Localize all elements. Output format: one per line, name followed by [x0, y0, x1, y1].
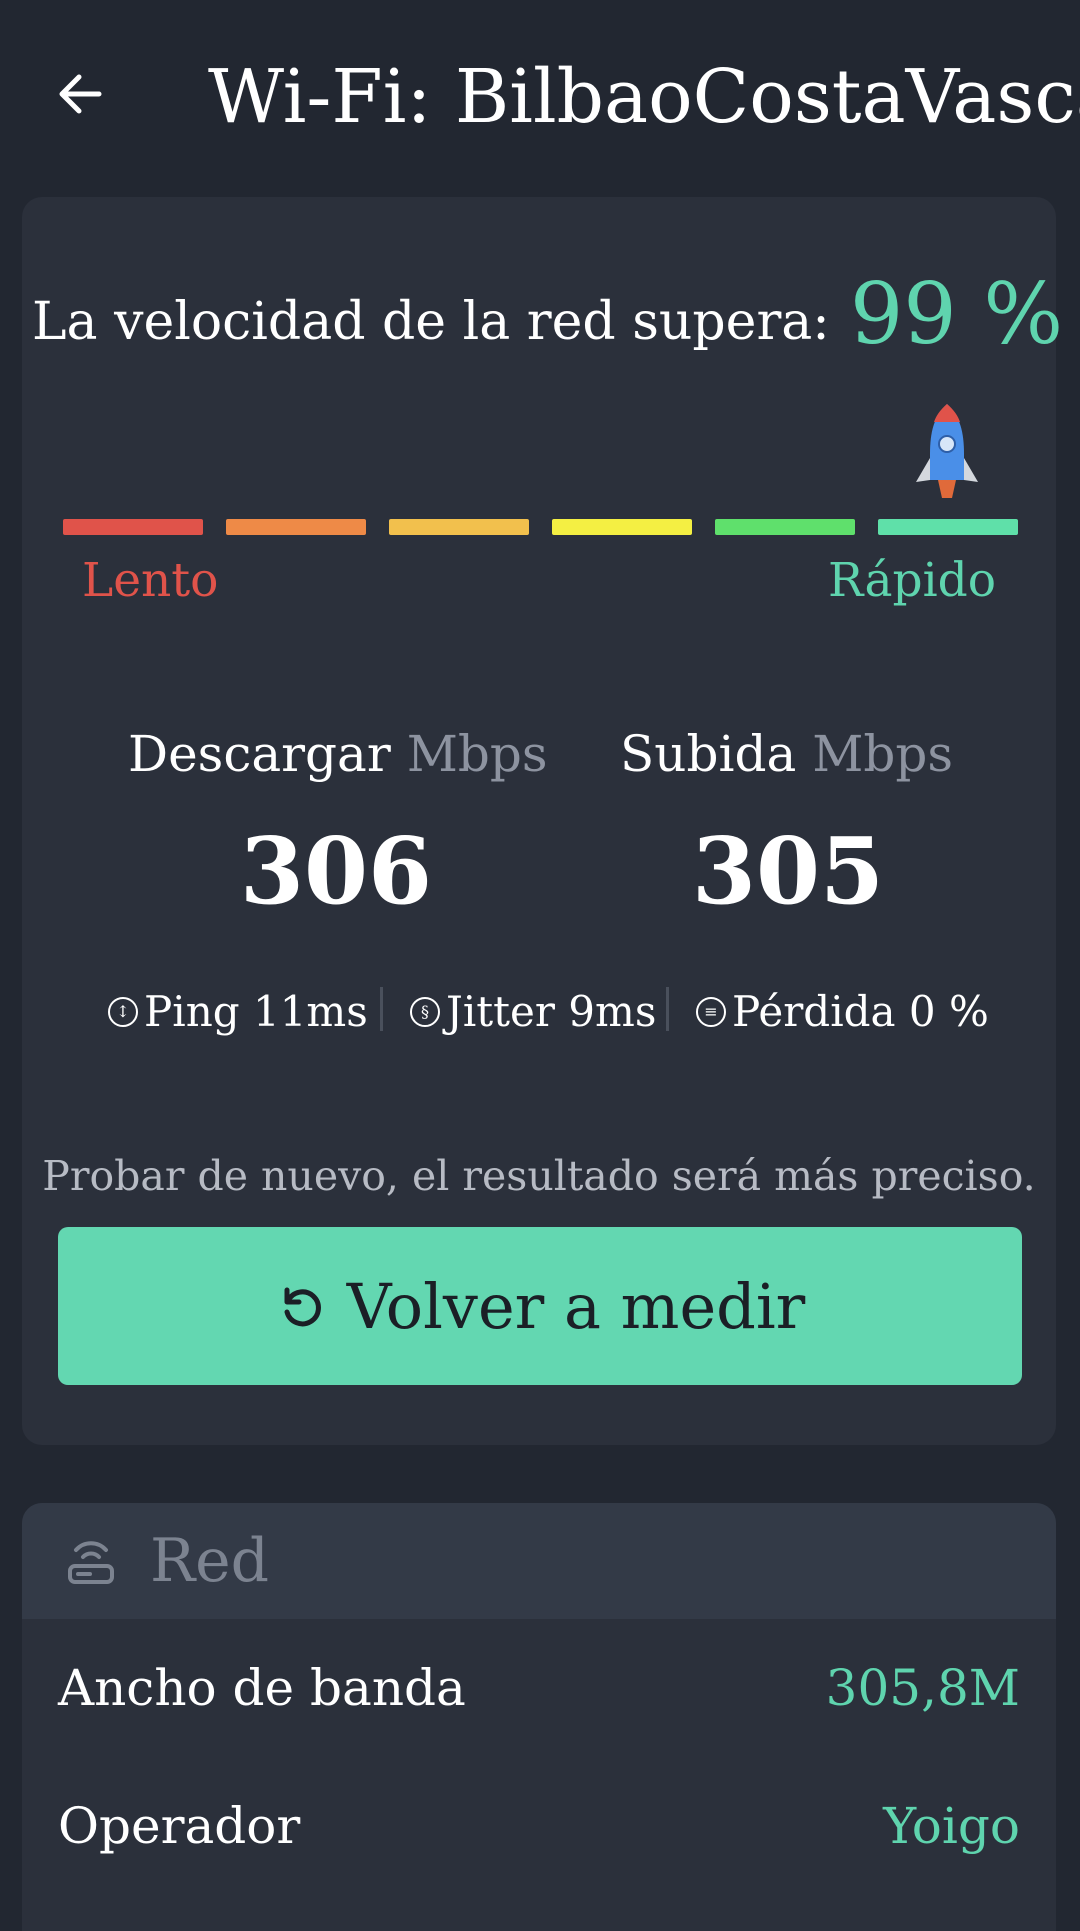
- upload-unit: Mbps: [812, 725, 954, 783]
- remeasure-button[interactable]: Volver a medir: [58, 1227, 1022, 1385]
- router-icon: [68, 1541, 114, 1584]
- scale-segment: [226, 519, 366, 535]
- scale-segment: [878, 519, 1018, 535]
- headline-text: La velocidad de la red supera:: [32, 292, 830, 352]
- retest-hint: Probar de nuevo, el resultado será más p…: [42, 1152, 1036, 1200]
- upload-heading: Subida Mbps: [620, 725, 953, 783]
- download-unit: Mbps: [406, 725, 548, 783]
- jitter-icon: §: [410, 996, 440, 1027]
- loss-icon: ≡: [696, 996, 726, 1027]
- bandwidth-row: Ancho de banda 305,8M: [22, 1637, 1056, 1747]
- scale-segment: [389, 519, 529, 535]
- scale-segment: [715, 519, 855, 535]
- slow-label: Lento: [82, 553, 219, 608]
- metric-divider: [380, 987, 383, 1031]
- ping-icon: ↕: [108, 996, 138, 1027]
- ping-text: Ping 11ms: [144, 987, 368, 1036]
- loss-text: Pérdida 0 %: [732, 987, 989, 1036]
- scale-segment: [63, 519, 203, 535]
- download-heading: Descargar Mbps: [128, 725, 548, 783]
- upload-label: Subida: [620, 725, 797, 783]
- bandwidth-label: Ancho de banda: [58, 1659, 466, 1717]
- operator-row: Operador Yoigo: [22, 1775, 1056, 1885]
- network-title: Red: [150, 1526, 270, 1596]
- scale-segment: [552, 519, 692, 535]
- fast-label: Rápido: [828, 553, 996, 608]
- refresh-icon: [284, 1287, 321, 1327]
- bandwidth-value: 305,8M: [825, 1659, 1020, 1717]
- page-title: Wi-Fi: BilbaoCostaVasca_5G: [208, 54, 1080, 140]
- loss-metric: ≡ Pérdida 0 %: [696, 987, 989, 1036]
- ping-metric: ↕ Ping 11ms: [108, 987, 368, 1036]
- operator-value: Yoigo: [883, 1797, 1020, 1855]
- remeasure-label: Volver a medir: [346, 1269, 806, 1343]
- upload-value: 305: [691, 817, 885, 925]
- rocket-icon: [916, 404, 978, 498]
- download-value: 306: [239, 817, 433, 925]
- speed-headline: La velocidad de la red supera: 99 %: [32, 269, 1063, 367]
- jitter-metric: § Jitter 9ms: [410, 987, 656, 1036]
- quality-metrics: ↕ Ping 11ms § Jitter 9ms ≡ Pérdida 0 %: [22, 987, 1056, 1057]
- jitter-text: Jitter 9ms: [446, 987, 657, 1036]
- download-label: Descargar: [128, 725, 391, 783]
- speed-result-card: La velocidad de la red supera: 99 % Lento…: [22, 197, 1063, 1445]
- back-button[interactable]: [48, 62, 112, 126]
- speed-percentage: 99 %: [849, 265, 1064, 363]
- operator-label: Operador: [58, 1797, 301, 1855]
- arrow-left-icon: [59, 74, 102, 114]
- metric-divider: [666, 987, 669, 1031]
- network-header: Red: [22, 1503, 1056, 1619]
- top-bar: Wi-Fi: BilbaoCostaVasca_5G: [0, 0, 1080, 180]
- network-card: Red Ancho de banda 305,8M Operador Yoigo: [22, 1503, 1056, 1931]
